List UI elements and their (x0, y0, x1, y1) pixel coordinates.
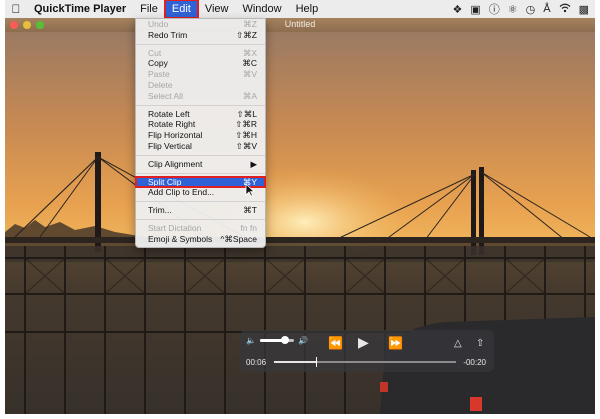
display-icon[interactable]: ▩ (579, 3, 589, 16)
menu-item-select-all: Select All ⌘A (148, 90, 257, 101)
volume-slider[interactable] (259, 336, 294, 344)
menu-separator (136, 154, 265, 156)
rewind-icon[interactable]: ⏪ (328, 336, 343, 350)
mouse-pointer-icon (245, 183, 255, 197)
menu-item-flip-horizontal[interactable]: Flip Horizontal ⇧⌘H (136, 130, 265, 141)
menu-item-undo: Undo ⌘Z (148, 19, 257, 29)
edit-menu-dropdown: Undo ⌘Z Redo Trim ⇧⌘Z Cut ⌘X Copy ⌘C Paste ⌘V… (135, 18, 266, 248)
menu-window[interactable]: Window (235, 0, 288, 18)
wifi-icon[interactable] (559, 3, 571, 16)
menu-separator (136, 201, 265, 203)
menu-separator (136, 172, 265, 174)
screen:  QuickTime Player File Edit View Window… (5, 0, 595, 414)
playback-controls: 🔈 🔊 ⏪ ▶ ⏩ △ ⇧ 00:06 -00:20 (240, 330, 494, 372)
current-time: 00:06 (246, 358, 267, 367)
menu-separator (136, 43, 265, 45)
share-icon[interactable]: ⇧ (476, 338, 484, 349)
menu-separator (136, 218, 265, 220)
play-icon[interactable]: ▶ (358, 334, 369, 351)
remaining-time: -00:20 (463, 358, 486, 367)
monitor-icon[interactable]: ▣ (470, 3, 480, 16)
window-titlebar: Untitled (5, 18, 595, 32)
menu-item-redo-trim[interactable]: Redo Trim ⇧⌘Z (136, 30, 265, 41)
menu-item-emoji-symbols[interactable]: Emoji & Symbols ^⌘Space (136, 234, 265, 245)
window-title: Untitled (284, 19, 316, 29)
bluetooth-icon[interactable]: Å (543, 3, 550, 15)
menu-item-flip-vertical[interactable]: Flip Vertical ⇧⌘V (136, 141, 265, 152)
menu-item-trim[interactable]: Trim... ⌘T (136, 205, 265, 216)
menu-item-paste: Paste ⌘V (148, 69, 257, 80)
menu-help[interactable]: Help (289, 0, 326, 18)
timeline-scrubber[interactable] (274, 357, 456, 367)
apple-icon[interactable]:  (5, 2, 27, 16)
menu-edit[interactable]: Edit (163, 0, 199, 19)
menu-item-copy[interactable]: Copy ⌘C (136, 58, 265, 69)
volume-low-icon: 🔈 (246, 336, 256, 345)
menu-item-clip-alignment[interactable]: Clip Alignment ▶ (136, 159, 265, 170)
time-machine-icon[interactable]: ◷ (526, 3, 536, 16)
airplay-icon[interactable]: △ (454, 338, 462, 349)
dropbox-icon[interactable]: ❖ (452, 3, 462, 16)
menu-item-cut: Cut ⌘X (148, 47, 257, 58)
flame-icon[interactable]: ⚛ (508, 3, 518, 16)
menu-file[interactable]: File (133, 0, 165, 18)
fast-forward-icon[interactable]: ⏩ (388, 336, 403, 350)
status-icons: ❖ ▣ ⓘ ⚛ ◷ Å ▩ (452, 0, 589, 18)
menu-view[interactable]: View (198, 0, 236, 18)
submenu-arrow-icon: ▶ (250, 158, 257, 169)
menu-item-rotate-right[interactable]: Rotate Right ⇧⌘R (136, 119, 265, 130)
menu-item-rotate-left[interactable]: Rotate Left ⇧⌘L (136, 109, 265, 120)
menu-separator (136, 104, 265, 106)
menu-bar:  QuickTime Player File Edit View Window… (5, 0, 595, 19)
menu-item-delete: Delete (148, 79, 173, 90)
info-icon[interactable]: ⓘ (489, 1, 500, 17)
menu-item-start-dictation: Start Dictation fn fn (148, 222, 257, 233)
player-window: Untitled 🔈 🔊 ⏪ ▶ ⏩ △ ⇧ 00:06 -00:20 (5, 18, 595, 414)
app-menu-quicktime[interactable]: QuickTime Player (27, 0, 133, 18)
volume-high-icon: 🔊 (297, 336, 308, 345)
volume-control: 🔈 🔊 (246, 336, 308, 345)
